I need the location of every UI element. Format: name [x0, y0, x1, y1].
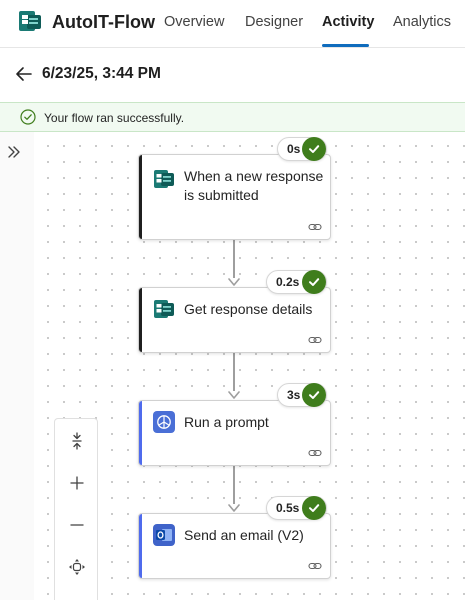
zoom-in-button[interactable]	[55, 463, 99, 503]
zoom-in-icon	[70, 476, 84, 490]
step-title: Get response details	[184, 301, 313, 317]
success-check-icon	[302, 496, 326, 520]
app-title: AutoIT-Flow	[52, 12, 155, 32]
fit-vertical-icon	[72, 432, 82, 450]
step-title: When a new response is submitted	[184, 168, 324, 203]
tab-designer[interactable]: Designer	[245, 14, 303, 30]
connector-arrow-icon	[228, 391, 240, 399]
success-check-icon	[302, 383, 326, 407]
success-check-icon	[302, 137, 326, 161]
duration-text: 0.5s	[276, 501, 300, 515]
duration-text: 0.2s	[276, 275, 300, 289]
duration-badge: 0s	[277, 137, 327, 161]
link-icon	[308, 449, 322, 457]
fit-vertical-button[interactable]	[55, 421, 99, 461]
step-accent	[139, 514, 142, 578]
active-tab-indicator	[322, 44, 369, 47]
step-card-trigger[interactable]: When a new response is submitted	[138, 154, 331, 240]
step-accent	[139, 401, 142, 465]
outlook-icon	[153, 524, 175, 546]
connector-line	[233, 353, 235, 391]
tab-overview[interactable]: Overview	[164, 14, 224, 30]
step-card-run-prompt[interactable]: Run a prompt	[138, 400, 331, 466]
duration-badge: 0.5s	[266, 496, 327, 520]
tab-analytics[interactable]: Analytics	[393, 14, 451, 30]
run-title: 6/23/25, 3:44 PM	[42, 65, 161, 82]
duration-text: 0s	[287, 142, 301, 156]
link-icon	[308, 336, 322, 344]
step-title: Send an email (V2)	[184, 527, 304, 543]
link-icon	[308, 223, 322, 231]
success-check-icon	[20, 109, 36, 125]
connector-arrow-icon	[228, 278, 240, 286]
success-check-icon	[302, 270, 326, 294]
app-header: AutoIT-Flow Overview Designer Activity A…	[0, 0, 465, 48]
canvas-controls	[54, 418, 98, 600]
back-arrow-icon[interactable]	[14, 64, 34, 84]
run-header: 6/23/25, 3:44 PM	[0, 48, 465, 102]
zoom-out-icon	[70, 524, 84, 526]
duration-text: 3s	[287, 388, 301, 402]
link-icon	[308, 562, 322, 570]
step-accent	[139, 288, 142, 352]
banner-message: Your flow ran successfully.	[44, 111, 185, 125]
app-logo-icon	[19, 11, 41, 31]
fit-view-button[interactable]	[55, 547, 99, 587]
step-card-send-email[interactable]: Send an email (V2)	[138, 513, 331, 579]
fit-view-icon	[69, 559, 85, 575]
duration-badge: 0.2s	[266, 270, 327, 294]
connector-arrow-icon	[228, 504, 240, 512]
side-rail	[0, 132, 34, 600]
connector-line	[233, 240, 235, 278]
step-accent	[139, 155, 142, 239]
step-card-get-response[interactable]: Get response details	[138, 287, 331, 353]
ai-prompt-icon	[153, 411, 175, 433]
forms-icon	[154, 300, 174, 318]
expand-panel-icon[interactable]	[6, 144, 22, 160]
duration-badge: 3s	[277, 383, 327, 407]
tab-activity[interactable]: Activity	[322, 14, 374, 30]
connector-line	[233, 466, 235, 504]
forms-icon	[154, 170, 174, 188]
success-banner: Your flow ran successfully.	[0, 102, 465, 132]
step-title: Run a prompt	[184, 414, 269, 430]
zoom-out-button[interactable]	[55, 505, 99, 545]
